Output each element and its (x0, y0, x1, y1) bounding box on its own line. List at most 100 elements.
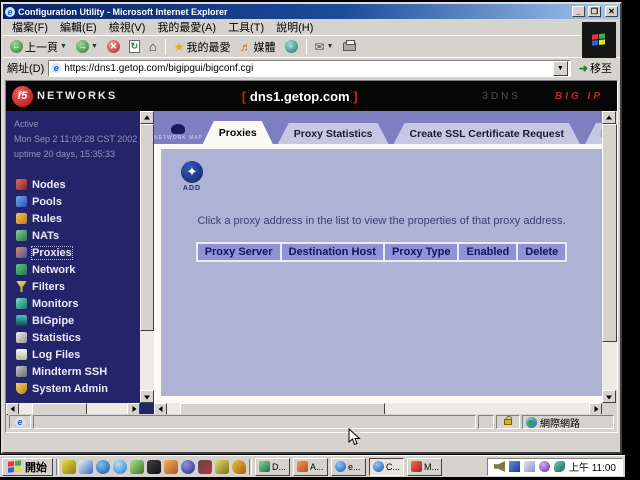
scroll-up-icon[interactable] (140, 111, 154, 124)
sidebar-item-mindterm-ssh[interactable]: Mindterm SSH (6, 363, 140, 380)
volume-icon[interactable] (494, 461, 505, 472)
app-icon (411, 461, 422, 472)
page-icon: e (51, 63, 61, 73)
address-dropdown-icon[interactable]: ▼ (553, 61, 568, 76)
network-map-button[interactable]: NETWORK MAP (154, 114, 203, 144)
back-dropdown-icon[interactable]: ▼ (60, 43, 67, 50)
print-button[interactable] (340, 41, 359, 52)
refresh-icon: ↻ (129, 40, 140, 53)
column-delete: Delete (517, 242, 567, 262)
start-button[interactable]: 開始 (2, 458, 53, 476)
sidebar-item-nodes[interactable]: Nodes (6, 176, 140, 193)
tab-create-ssl-certificate-request[interactable]: Create SSL Certificate Request (394, 123, 580, 144)
tray-icon[interactable] (554, 461, 565, 472)
clock[interactable]: 上午 11:00 (569, 459, 616, 474)
main-vertical-scrollbar[interactable] (602, 111, 617, 403)
add-proxy-control[interactable]: ✦ ADD (177, 161, 207, 192)
refresh-button[interactable]: ↻ (126, 39, 143, 54)
host-bracket-right: ] (353, 89, 357, 104)
status-active: Active (14, 117, 140, 132)
document-icon: e (15, 417, 25, 427)
mail-button[interactable]: ✉ ▼ (312, 39, 337, 55)
sidebar-item-filters[interactable]: Filters (6, 278, 140, 295)
tab-install-ssl-certificate[interactable]: Install SSL Certificate (585, 123, 602, 144)
sidebar-item-rules[interactable]: Rules (6, 210, 140, 227)
menu-favorites[interactable]: 我的最愛(A) (152, 19, 221, 35)
go-button[interactable]: ➜ 移至 (575, 60, 616, 77)
go-icon: ➜ (579, 62, 588, 75)
url-text[interactable]: https://dns1.getop.com/bigipgui/bigconf.… (64, 63, 550, 74)
sidebar-item-pools[interactable]: Pools (6, 193, 140, 210)
sidebar-item-bigpipe[interactable]: BIGpipe (6, 312, 140, 329)
maximize-button[interactable]: ❐ (588, 6, 601, 17)
scroll-thumb[interactable] (602, 124, 617, 342)
menu-help[interactable]: 說明(H) (271, 19, 318, 35)
stop-button[interactable]: ✕ (104, 39, 123, 54)
status-message-pane (33, 415, 476, 429)
quick-launch-icon[interactable] (96, 460, 110, 474)
mail-dropdown-icon[interactable]: ▼ (327, 43, 334, 50)
quick-launch-icon[interactable] (232, 460, 246, 474)
column-enabled: Enabled (458, 242, 517, 262)
tray-icon[interactable] (539, 461, 550, 472)
back-button[interactable]: ← 上一頁 ▼ (7, 38, 70, 56)
add-button[interactable]: ✦ (181, 161, 203, 183)
menu-edit[interactable]: 編輯(E) (55, 19, 102, 35)
minimize-button[interactable]: _ (572, 6, 585, 17)
taskbar: 開始 D... A... e... C... M... (0, 455, 625, 477)
task-button-configuration-utility[interactable]: C... (369, 458, 404, 476)
favorites-button[interactable]: ★ 我的最愛 (171, 38, 234, 56)
media-button[interactable]: ♬ 媒體 (237, 38, 279, 56)
tab-proxies[interactable]: Proxies (203, 121, 273, 144)
forward-button[interactable]: → ▼ (73, 39, 101, 54)
stop-icon: ✕ (107, 40, 120, 53)
toolbar: ← 上一頁 ▼ → ▼ ✕ ↻ ⌂ ★ 我的最愛 ♬ (3, 35, 580, 57)
quick-launch-icon[interactable] (62, 460, 76, 474)
tab-proxy-statistics[interactable]: Proxy Statistics (278, 123, 389, 144)
home-button[interactable]: ⌂ (146, 38, 160, 55)
quick-launch-icon[interactable] (181, 460, 195, 474)
close-button[interactable]: ✕ (605, 6, 618, 17)
status-uptime: uptime 20 days, 15:35:33 (14, 147, 140, 162)
menu-file[interactable]: 檔案(F) (7, 19, 53, 35)
quick-launch-icon[interactable] (147, 460, 161, 474)
sidebar-item-log-files[interactable]: Log Files (6, 346, 140, 363)
address-input[interactable]: e https://dns1.getop.com/bigipgui/bigcon… (48, 60, 571, 77)
nats-icon (16, 230, 27, 241)
title-bar[interactable]: e Configuration Utility - Microsoft Inte… (3, 4, 620, 19)
sidebar-item-statistics[interactable]: Statistics (6, 329, 140, 346)
task-button-1[interactable]: D... (255, 458, 290, 476)
favorites-label: 我的最愛 (187, 39, 231, 55)
scroll-down-icon[interactable] (140, 390, 154, 403)
quick-launch-icon[interactable] (130, 460, 144, 474)
quick-launch-icon[interactable] (164, 460, 178, 474)
forward-dropdown-icon[interactable]: ▼ (91, 43, 98, 50)
tray-icon[interactable] (509, 461, 520, 472)
pools-icon (16, 196, 27, 207)
add-label: ADD (177, 185, 207, 192)
mouse-cursor (348, 428, 361, 452)
quick-launch-icon[interactable] (215, 460, 229, 474)
sidebar-item-nats[interactable]: NATs (6, 227, 140, 244)
sidebar-item-system-admin[interactable]: System Admin (6, 380, 140, 397)
quick-launch-icon[interactable] (79, 460, 93, 474)
toolbar-separator (306, 39, 307, 55)
task-button-5[interactable]: M... (407, 458, 442, 476)
scroll-thumb[interactable] (140, 124, 154, 331)
menu-view[interactable]: 檢視(V) (104, 19, 151, 35)
scroll-down-icon[interactable] (602, 390, 616, 403)
rules-icon (16, 213, 27, 224)
quick-launch-icon[interactable] (113, 460, 127, 474)
menu-tools[interactable]: 工具(T) (223, 19, 269, 35)
history-button[interactable]: ◦ (282, 39, 301, 54)
tray-icon[interactable] (524, 461, 535, 472)
quick-launch-icon[interactable] (198, 460, 212, 474)
scroll-up-icon[interactable] (602, 111, 616, 124)
task-button-3[interactable]: e... (331, 458, 366, 476)
sidebar-item-proxies[interactable]: Proxies (6, 244, 140, 261)
sidebar-vertical-scrollbar[interactable] (140, 111, 154, 403)
sidebar-item-network[interactable]: Network (6, 261, 140, 278)
task-button-2[interactable]: A... (293, 458, 328, 476)
windows-flag-icon (592, 33, 606, 46)
sidebar-item-monitors[interactable]: Monitors (6, 295, 140, 312)
